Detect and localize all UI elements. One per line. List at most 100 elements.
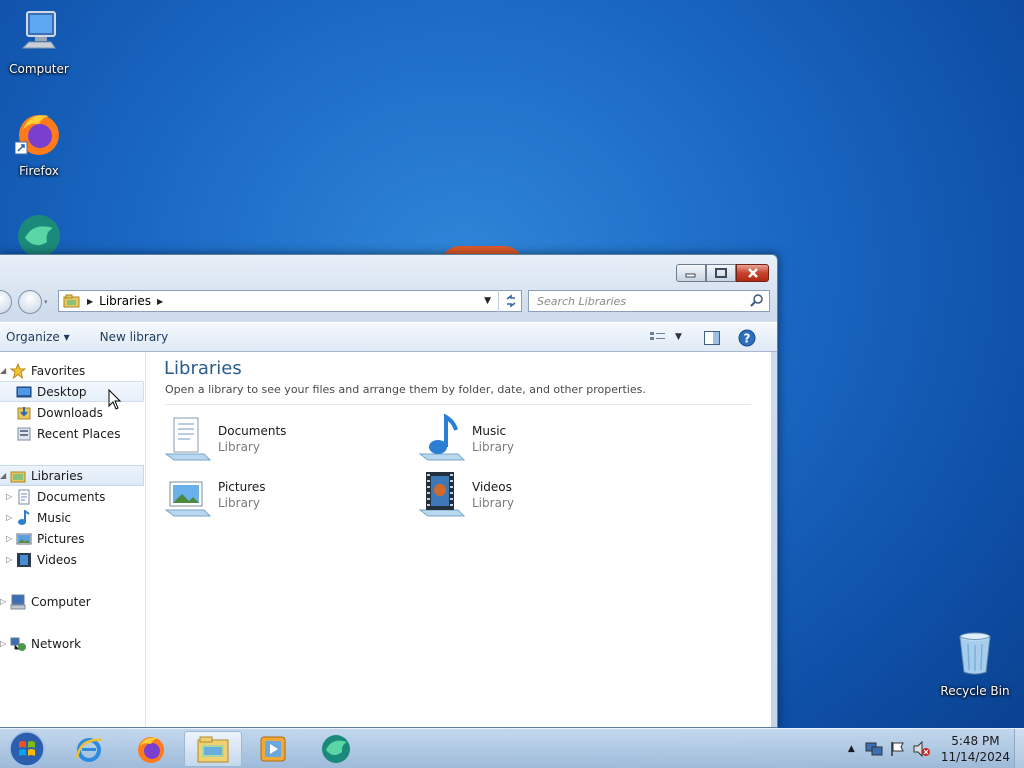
clock-date: 11/14/2024 <box>940 750 1010 764</box>
nav-label: Network <box>31 636 82 651</box>
documents-icon <box>18 489 30 504</box>
chevron-down-icon: ▼ <box>675 332 682 342</box>
taskbar: ▲ 5:48 PM 11/14/2024 <box>0 728 1024 768</box>
expand-arrow-icon[interactable]: ▷ <box>0 597 8 606</box>
nav-label: Videos <box>37 552 77 567</box>
taskbar-firefox[interactable] <box>122 731 180 767</box>
app-icon <box>322 735 350 763</box>
start-button[interactable] <box>4 729 50 768</box>
firefox-icon <box>14 115 59 155</box>
computer-icon <box>21 11 56 49</box>
forward-button[interactable] <box>18 290 42 314</box>
desktop-icon-recycle-bin[interactable]: Recycle Bin <box>937 630 1013 698</box>
show-hidden-icons-icon[interactable]: ▲ <box>848 744 855 754</box>
taskbar-app[interactable] <box>307 731 365 767</box>
desktop-icon <box>16 386 32 397</box>
libraries-folder-icon <box>63 294 80 308</box>
clock[interactable]: 5:48 PM 11/14/2024 <box>941 733 1010 765</box>
desktop-icon-firefox[interactable]: Firefox <box>1 110 77 178</box>
nav-label: Favorites <box>31 363 86 378</box>
taskbar-internet-explorer[interactable] <box>60 731 118 767</box>
nav-label: Computer <box>31 594 91 609</box>
svg-text:?: ? <box>744 332 751 346</box>
back-button[interactable] <box>0 290 12 314</box>
show-desktop-button[interactable] <box>1014 729 1024 768</box>
breadcrumb-libraries[interactable]: Libraries <box>99 294 151 308</box>
nav-label: Music <box>37 510 72 525</box>
library-name: Videos <box>472 480 512 494</box>
maximize-button[interactable] <box>706 264 736 282</box>
library-type: Library <box>218 440 260 454</box>
desktop-icon-label: Computer <box>9 62 69 76</box>
media-player-icon <box>260 736 286 762</box>
explorer-window[interactable]: ▾ ▶ Libraries ▶ ▼ Search Libraries Organ… <box>0 254 778 728</box>
nav-documents[interactable]: ▷ Documents <box>0 486 105 507</box>
recent-places-icon <box>17 427 31 440</box>
help-icon[interactable]: ? <box>738 329 756 347</box>
nav-libraries[interactable]: ◢ Libraries <box>0 465 144 486</box>
network-status-icon[interactable] <box>865 741 883 757</box>
view-options-button[interactable]: ▼ <box>649 330 682 344</box>
recycle-bin-icon <box>959 632 991 675</box>
library-documents[interactable]: Documents Library <box>164 414 286 464</box>
new-library-button[interactable]: New library <box>94 330 175 344</box>
nav-label: Documents <box>37 489 106 504</box>
music-icon <box>18 509 30 525</box>
minimize-button[interactable] <box>676 264 706 282</box>
page-title: Libraries <box>164 358 242 379</box>
videos-library-icon <box>418 472 466 517</box>
address-dropdown-icon[interactable]: ▼ <box>484 296 491 306</box>
expand-arrow-icon[interactable]: ▷ <box>6 492 14 501</box>
windows-logo-icon <box>9 731 45 767</box>
minimize-icon <box>685 273 696 278</box>
nav-music[interactable]: ▷ Music <box>0 507 71 528</box>
library-name: Music <box>472 424 507 438</box>
close-icon <box>747 268 758 278</box>
nav-downloads[interactable]: Downloads <box>0 402 103 423</box>
nav-network[interactable]: ▷ Network <box>0 633 81 654</box>
expand-arrow-icon[interactable]: ▷ <box>6 534 14 543</box>
music-library-icon <box>418 414 466 461</box>
nav-pictures[interactable]: ▷ Pictures <box>0 528 85 549</box>
expand-arrow-icon[interactable]: ▷ <box>0 639 8 648</box>
nav-label: Libraries <box>31 468 83 483</box>
organize-button[interactable]: Organize ▾ <box>0 330 76 344</box>
taskbar-media-player[interactable] <box>244 731 302 767</box>
expand-arrow-icon[interactable]: ◢ <box>0 471 8 480</box>
expand-arrow-icon[interactable]: ▷ <box>6 513 14 522</box>
breadcrumb-arrow-icon[interactable]: ▶ <box>157 297 163 306</box>
volume-muted-icon[interactable] <box>913 741 931 757</box>
taskbar-windows-explorer[interactable] <box>184 731 242 767</box>
nav-favorites[interactable]: ◢ Favorites <box>0 360 85 381</box>
refresh-icon <box>506 294 515 308</box>
nav-computer[interactable]: ▷ Computer <box>0 591 91 612</box>
breadcrumb-arrow-icon[interactable]: ▶ <box>87 297 93 306</box>
page-subtitle: Open a library to see your files and arr… <box>165 383 646 396</box>
search-input[interactable]: Search Libraries <box>528 290 770 312</box>
mouse-cursor-icon <box>108 389 122 410</box>
library-pictures[interactable]: Pictures Library <box>164 470 266 520</box>
search-placeholder: Search Libraries <box>537 294 627 308</box>
refresh-button[interactable] <box>498 290 522 312</box>
close-button[interactable] <box>736 264 769 282</box>
preview-pane-icon[interactable] <box>704 331 720 345</box>
nav-videos[interactable]: ▷ Videos <box>0 549 77 570</box>
system-tray: ▲ 5:48 PM 11/14/2024 <box>848 729 1024 768</box>
nav-label: Desktop <box>37 384 87 399</box>
desktop-icon-label: Firefox <box>19 164 59 178</box>
expand-arrow-icon[interactable]: ▷ <box>6 555 14 564</box>
window-controls <box>676 264 769 282</box>
downloads-icon <box>17 406 31 419</box>
recent-pages-dropdown[interactable]: ▾ <box>44 298 48 306</box>
documents-library-icon <box>164 417 212 461</box>
desktop-icon-computer[interactable]: Computer <box>1 8 77 76</box>
nav-recent-places[interactable]: Recent Places <box>0 423 120 444</box>
computer-icon <box>10 594 26 609</box>
expand-arrow-icon[interactable]: ◢ <box>0 366 8 375</box>
library-videos[interactable]: Videos Library <box>418 470 514 520</box>
address-bar[interactable]: ▶ Libraries ▶ ▼ <box>58 290 522 312</box>
library-music[interactable]: Music Library <box>418 414 514 464</box>
action-center-flag-icon[interactable] <box>889 741 907 757</box>
nav-desktop[interactable]: Desktop <box>0 381 144 402</box>
libraries-icon <box>10 471 26 482</box>
